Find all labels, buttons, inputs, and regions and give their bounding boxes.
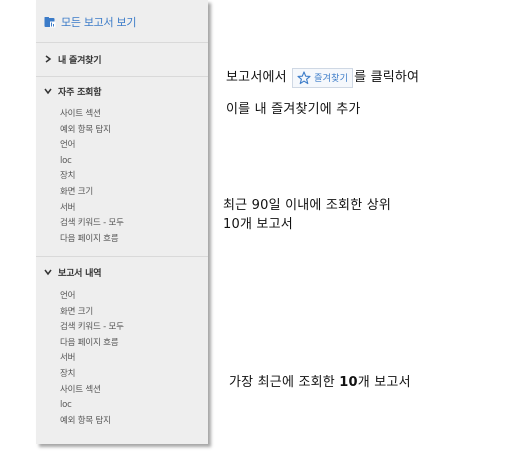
frequent-section-header[interactable]: 자주 조회함	[44, 84, 102, 98]
favorites-annotation-line1: 보고서에서 즐겨찾기 를 클릭하여	[226, 66, 419, 88]
star-icon	[297, 70, 311, 84]
history-annotation-count: 10	[339, 375, 358, 390]
reports-sidebar: 모든 보고서 보기 내 즐겨찾기 자주 조회함 사이트 섹션 예외 항목 탐지 …	[36, 0, 208, 444]
frequent-report-item[interactable]: 다음 페이지 흐름	[60, 232, 124, 248]
frequent-report-list: 사이트 섹션 예외 항목 탐지 언어 loc 장치 화면 크기 서버 검색 키워…	[60, 107, 124, 247]
history-report-item[interactable]: 장치	[60, 367, 124, 383]
history-report-item[interactable]: loc	[60, 398, 124, 414]
chevron-down-icon	[44, 269, 52, 276]
history-report-item[interactable]: 검색 키워드 - 모두	[60, 320, 124, 336]
frequent-report-item[interactable]: 서버	[60, 201, 124, 217]
frequent-section-label: 자주 조회함	[58, 87, 102, 98]
favorite-button-sample: 즐겨찾기	[292, 67, 354, 88]
favorites-section-label: 내 즐겨찾기	[58, 55, 102, 66]
frequent-report-item[interactable]: 검색 키워드 - 모두	[60, 216, 124, 232]
frequent-report-item[interactable]: 사이트 섹션	[60, 107, 124, 123]
frequent-report-item[interactable]: 화면 크기	[60, 185, 124, 201]
history-report-list: 언어 화면 크기 검색 키워드 - 모두 다음 페이지 흐름 서버 장치 사이트…	[60, 289, 124, 429]
favorites-annotation-line2: 이를 내 즐겨찾기에 추가	[226, 102, 361, 117]
history-report-item[interactable]: 다음 페이지 흐름	[60, 336, 124, 352]
history-report-item[interactable]: 화면 크기	[60, 305, 124, 321]
frequent-report-item[interactable]: 장치	[60, 169, 124, 185]
all-reports-label: 모든 보고서 보기	[61, 16, 137, 29]
frequent-annotation-line2: 10개 보고서	[223, 217, 293, 232]
history-annotation: 가장 최근에 조회한 10개 보고서	[229, 371, 411, 390]
history-section-label: 보고서 내역	[58, 268, 102, 279]
chevron-right-icon	[45, 55, 52, 63]
history-report-item[interactable]: 예외 항목 탐지	[60, 414, 124, 430]
favorites-section-header[interactable]: 내 즐겨찾기	[44, 52, 102, 66]
history-annotation-suffix: 개 보고서	[357, 375, 411, 390]
divider	[36, 256, 208, 257]
frequent-report-item[interactable]: loc	[60, 154, 124, 170]
divider	[36, 42, 208, 43]
history-report-item[interactable]: 언어	[60, 289, 124, 305]
history-annotation-prefix: 가장 최근에 조회한	[229, 375, 340, 390]
frequent-report-item[interactable]: 언어	[60, 138, 124, 154]
history-report-item[interactable]: 사이트 섹션	[60, 383, 124, 399]
favorites-annotation-suffix: 를 클릭하여	[354, 70, 420, 85]
divider	[36, 76, 208, 77]
favorites-annotation-prefix: 보고서에서	[226, 70, 287, 85]
chevron-down-icon	[44, 88, 52, 95]
frequent-report-item[interactable]: 예외 항목 탐지	[60, 123, 124, 139]
favorite-button-label: 즐겨찾기	[314, 74, 349, 84]
all-reports-link[interactable]: 모든 보고서 보기	[44, 14, 136, 30]
history-report-item[interactable]: 서버	[60, 351, 124, 367]
history-section-header[interactable]: 보고서 내역	[44, 265, 102, 279]
report-folder-icon	[44, 17, 56, 28]
frequent-annotation-line1: 최근 90일 이내에 조회한 상위	[223, 198, 392, 213]
